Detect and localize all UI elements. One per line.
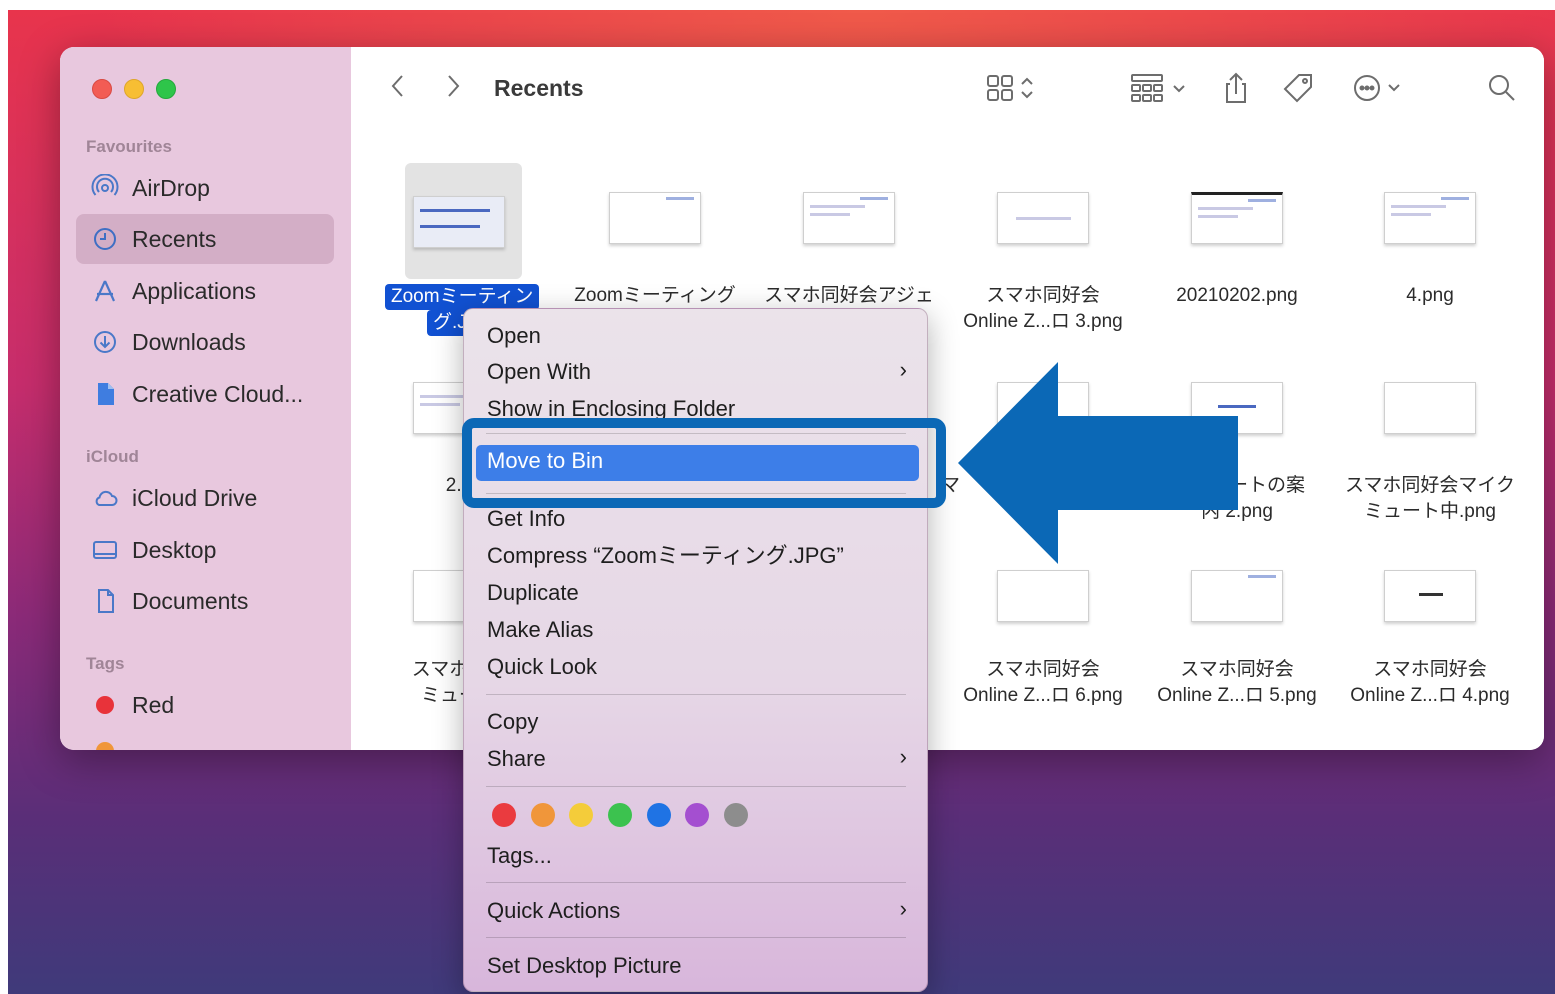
close-window-button[interactable]: [92, 79, 112, 99]
document-icon: [90, 586, 120, 616]
file-thumbnail: [609, 192, 701, 244]
sidebar-item-icloud-drive[interactable]: iCloud Drive: [76, 473, 334, 523]
cloud-icon: [90, 483, 120, 513]
view-mode-button[interactable]: [985, 71, 1043, 105]
context-menu: Open Open With › Show in Enclosing Folde…: [463, 308, 928, 992]
group-button[interactable]: [1129, 71, 1193, 105]
share-icon[interactable]: [1219, 71, 1253, 105]
file-thumbnail: [1191, 192, 1283, 244]
menu-separator: [486, 882, 906, 883]
file-name-line2: Online Z...ロ 5.png: [1157, 685, 1317, 706]
airdrop-icon: [90, 173, 120, 203]
file-thumbnail: [1384, 382, 1476, 434]
favourites-section-label: Favourites: [86, 137, 172, 156]
sidebar-item-label: Red: [132, 691, 175, 718]
file-name-line2: Online Z...ロ 4.png: [1350, 685, 1510, 706]
file-name: 4.png: [1406, 285, 1454, 306]
back-button[interactable]: [387, 71, 409, 101]
sidebar-item-label: Downloads: [132, 328, 246, 355]
menu-separator: [486, 937, 906, 938]
sidebar-item-desktop[interactable]: Desktop: [76, 525, 334, 575]
tag-gray-dot[interactable]: [724, 803, 748, 827]
file-name: Zoomミーティング: [574, 285, 736, 306]
menu-separator: [486, 694, 906, 695]
file-thumbnail: [997, 192, 1089, 244]
highlight-frame: [462, 418, 946, 508]
minimize-window-button[interactable]: [124, 79, 144, 99]
chevron-right-icon: ›: [899, 357, 907, 382]
chevron-right-icon: ›: [899, 896, 907, 921]
sidebar-item-downloads[interactable]: Downloads: [76, 317, 334, 367]
more-actions-button[interactable]: [1351, 71, 1411, 105]
menu-item-compress[interactable]: Compress “Zoomミーティング.JPG”: [487, 541, 844, 571]
forward-button[interactable]: [442, 71, 464, 101]
tag-green-dot[interactable]: [608, 803, 632, 827]
file-name: スマホ同好会: [1180, 659, 1294, 680]
sidebar-item-label: Applications: [132, 277, 257, 304]
applications-icon: [90, 276, 120, 306]
menu-item-quick-actions[interactable]: Quick Actions: [487, 896, 620, 926]
tag-purple-dot[interactable]: [685, 803, 709, 827]
file-name: スマホ同好会: [986, 285, 1100, 306]
menu-item-duplicate[interactable]: Duplicate: [487, 578, 579, 608]
sidebar-item-label: AirDrop: [132, 174, 210, 201]
tag-red-dot[interactable]: [492, 803, 516, 827]
menu-item-get-info[interactable]: Get Info: [487, 504, 565, 534]
tag-orange-dot[interactable]: [531, 803, 555, 827]
tag-icon[interactable]: [1281, 71, 1317, 105]
sidebar-item-recents[interactable]: Recents: [76, 214, 334, 264]
clock-icon: [90, 224, 120, 254]
sidebar-item-label: iCloud Drive: [132, 484, 258, 511]
menu-item-make-alias[interactable]: Make Alias: [487, 615, 593, 645]
file-thumbnail: [1384, 192, 1476, 244]
file-name: スマホ同好会: [986, 659, 1100, 680]
tag-blue-dot[interactable]: [647, 803, 671, 827]
file-name-line2: Online Z...ロ 6.png: [963, 685, 1123, 706]
sidebar-item-creative-cloud[interactable]: Creative Cloud...: [76, 369, 334, 419]
sidebar-item-airdrop[interactable]: AirDrop: [76, 163, 334, 213]
zoom-window-button[interactable]: [156, 79, 176, 99]
sidebar-item-label: Documents: [132, 587, 249, 614]
file-thumbnail: [803, 192, 895, 244]
file-name-line2: Online Z...ロ 3.png: [963, 311, 1123, 332]
file-thumbnail: [1384, 570, 1476, 622]
file-name: スマホ同好会マイク: [1344, 475, 1516, 496]
sidebar-item-documents[interactable]: Documents: [76, 576, 334, 626]
sidebar-item-red-tag[interactable]: Red: [76, 680, 334, 730]
sidebar: Favourites AirDrop Recents Applications …: [60, 47, 351, 750]
menu-separator: [486, 786, 906, 787]
red-tag-dot-icon: [90, 690, 120, 720]
menu-item-open-with[interactable]: Open With: [487, 357, 591, 387]
orange-tag-dot-icon[interactable]: [96, 742, 114, 750]
tags-section-label: Tags: [86, 654, 125, 673]
selected-file-name-line1[interactable]: Zoomミーティン: [385, 284, 540, 310]
menu-item-quick-look[interactable]: Quick Look: [487, 652, 597, 682]
file-name: スマホ同好会アジェ: [764, 285, 934, 306]
sidebar-item-label: Creative Cloud...: [132, 380, 304, 407]
document-icon: [90, 379, 120, 409]
menu-item-open[interactable]: Open: [487, 321, 541, 351]
file-thumbnail: [1191, 570, 1283, 622]
menu-item-set-desktop-picture[interactable]: Set Desktop Picture: [487, 951, 681, 981]
file-name: スマホ同好会: [1373, 659, 1487, 680]
pointing-arrow-icon: [958, 362, 1238, 564]
sidebar-item-applications[interactable]: Applications: [76, 266, 334, 316]
sidebar-item-label: Recents: [132, 225, 217, 252]
tag-yellow-dot[interactable]: [569, 803, 593, 827]
download-icon: [90, 327, 120, 357]
menu-item-tags[interactable]: Tags...: [487, 841, 552, 871]
window-title: Recents: [494, 75, 584, 101]
file-name: 20210202.png: [1176, 285, 1298, 306]
file-thumbnail: [997, 570, 1089, 622]
sidebar-item-label: Desktop: [132, 536, 217, 563]
menu-item-copy[interactable]: Copy: [487, 707, 538, 737]
file-thumbnail: [413, 196, 505, 248]
icloud-section-label: iCloud: [86, 447, 139, 466]
desktop-icon: [90, 535, 120, 565]
file-name-line2: ミュート中.png: [1364, 501, 1496, 522]
menu-item-share[interactable]: Share: [487, 744, 546, 774]
chevron-right-icon: ›: [899, 744, 907, 769]
search-icon[interactable]: [1485, 71, 1519, 105]
